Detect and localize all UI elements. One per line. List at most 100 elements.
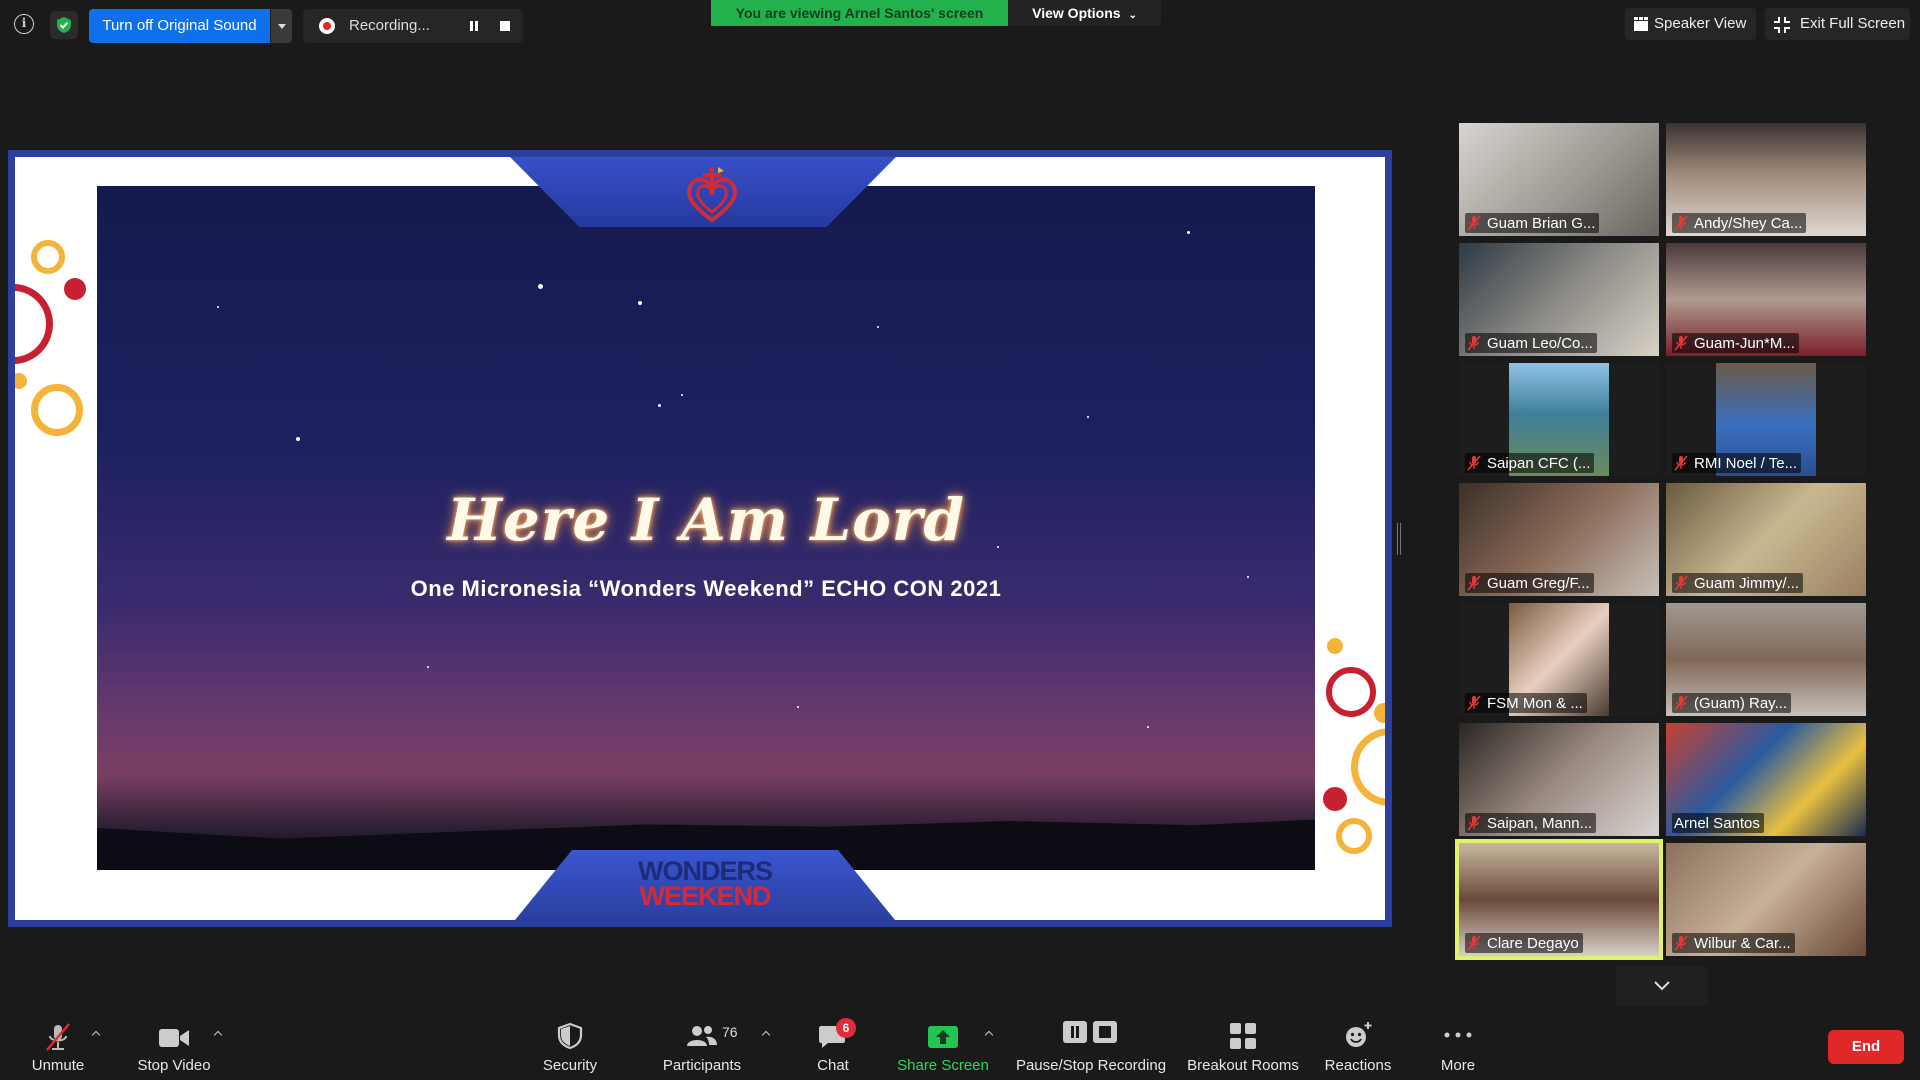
microphone-muted-icon [1674,575,1688,591]
decor-circle [31,240,65,274]
participant-name: Guam Greg/F... [1487,574,1590,592]
decor-circle [1336,818,1372,854]
slide-background: Here I Am Lord One Micronesia “Wonders W… [97,186,1315,870]
stop-recording-icon[interactable] [496,17,514,35]
chevron-down-icon: ⌄ [1128,10,1137,21]
share-screen-icon [928,1026,958,1048]
microphone-muted-icon [46,1023,70,1051]
participant-name: Andy/Shey Ca... [1694,214,1803,232]
speaker-view-button[interactable]: Speaker View [1625,8,1756,40]
participant-tile-active-speaker[interactable]: Clare Degayo [1455,839,1663,960]
reactions-button[interactable]: Reactions [1318,1012,1398,1080]
microphone-muted-icon [1467,215,1481,231]
participants-button[interactable]: 76 Participants [652,1012,752,1080]
speaker-view-icon [1634,17,1648,31]
participant-tile[interactable]: Wilbur & Car... [1666,843,1866,956]
microphone-muted-icon [1674,455,1688,471]
reactions-smiley-icon [1346,1022,1372,1047]
more-dots-icon [1444,1032,1472,1038]
participant-tile[interactable]: Saipan, Mann... [1459,723,1659,836]
unmute-button[interactable]: Unmute [18,1012,98,1080]
participant-tile[interactable]: Guam Brian G... [1459,123,1659,236]
participant-name-row: Andy/Shey Ca... [1672,213,1807,233]
decor-circle [1351,728,1385,806]
original-sound-dropdown[interactable] [271,9,292,43]
encryption-shield-button[interactable] [50,11,78,39]
breakout-rooms-button[interactable]: Breakout Rooms [1180,1012,1306,1080]
participant-name-row: FSM Mon & ... [1465,693,1587,713]
participant-name: Guam Leo/Co... [1487,334,1593,352]
chevron-down-icon [1654,981,1670,991]
microphone-muted-icon [1467,455,1481,471]
more-label: More [1440,1057,1476,1074]
record-icon [319,18,335,34]
more-button[interactable]: More [1418,1012,1498,1080]
meeting-toolbar: Unmute Stop Video Security 76 Participan… [0,1012,1920,1080]
view-options-label: View Options [1032,5,1121,21]
decor-circle [15,284,53,364]
participant-name-row: Guam Brian G... [1465,213,1600,233]
share-screen-label: Share Screen [897,1057,989,1074]
participant-name: Guam-Jun*M... [1694,334,1795,352]
video-camera-icon [159,1029,189,1047]
participant-tile[interactable]: Arnel Santos [1666,723,1866,836]
participants-options-caret[interactable] [762,1030,772,1040]
microphone-muted-icon [1674,215,1688,231]
exit-full-screen-button[interactable]: Exit Full Screen [1765,8,1910,40]
participant-name-row: Guam Greg/F... [1465,573,1594,593]
end-meeting-button[interactable]: End [1828,1030,1904,1064]
participant-tile[interactable]: (Guam) Ray... [1666,603,1866,716]
recording-indicator: Recording... [303,9,523,43]
original-sound-button[interactable]: Turn off Original Sound [89,9,270,43]
pause-stop-recording-icon [1063,1021,1117,1043]
participant-name: FSM Mon & ... [1487,694,1583,712]
decor-circle [1326,667,1376,717]
participant-name: Saipan CFC (... [1487,454,1591,472]
participant-tile[interactable]: Guam Jimmy/... [1666,483,1866,596]
participant-tile[interactable]: FSM Mon & ... [1459,603,1659,716]
chat-label: Chat [817,1057,849,1074]
microphone-muted-icon [1467,695,1481,711]
recording-label: Recording... [349,17,430,34]
participant-tile[interactable]: Guam Greg/F... [1459,483,1659,596]
microphone-muted-icon [1467,335,1481,351]
shared-screen: Here I Am Lord One Micronesia “Wonders W… [8,150,1392,927]
audio-options-caret[interactable] [92,1030,102,1040]
share-screen-button[interactable]: Share Screen [890,1012,996,1080]
participant-name: Wilbur & Car... [1694,934,1791,952]
exit-fullscreen-icon [1774,17,1790,33]
shield-check-icon [57,17,71,33]
resize-handle[interactable] [1397,523,1401,555]
decor-circle [1323,787,1347,811]
decor-circle [1374,703,1385,723]
participants-icon [687,1026,717,1046]
security-label: Security [542,1057,598,1074]
pause-recording-icon[interactable] [465,17,483,35]
view-options-button[interactable]: View Options ⌄ [1008,0,1161,26]
viewing-screen-banner: You are viewing Arnel Santos' screen [711,0,1008,26]
chat-unread-badge: 6 [836,1018,856,1038]
stop-video-button[interactable]: Stop Video [130,1012,218,1080]
participant-name-row: RMI Noel / Te... [1672,453,1802,473]
participant-tile[interactable]: Andy/Shey Ca... [1666,123,1866,236]
breakout-rooms-icon [1230,1023,1256,1049]
security-button[interactable]: Security [530,1012,610,1080]
participant-name-row: Arnel Santos [1672,813,1764,833]
participant-name-row: Guam Jimmy/... [1672,573,1804,593]
participant-tile[interactable]: RMI Noel / Te... [1666,363,1866,476]
participant-name: RMI Noel / Te... [1694,454,1798,472]
participant-name: (Guam) Ray... [1694,694,1788,712]
info-icon[interactable]: i [14,14,34,34]
decor-circle [64,278,86,300]
collapse-gallery-button[interactable] [1616,966,1708,1006]
participants-label: Participants [662,1057,742,1074]
decor-circle [31,384,83,436]
participant-tile[interactable]: Guam-Jun*M... [1666,243,1866,356]
participant-name-row: Guam-Jun*M... [1672,333,1799,353]
participant-tile[interactable]: Saipan CFC (... [1459,363,1659,476]
participant-name-row: (Guam) Ray... [1672,693,1792,713]
participant-tile[interactable]: Guam Leo/Co... [1459,243,1659,356]
share-options-caret[interactable] [985,1030,995,1040]
pause-stop-recording-button[interactable]: Pause/Stop Recording [1013,1012,1169,1080]
video-options-caret[interactable] [214,1030,224,1040]
